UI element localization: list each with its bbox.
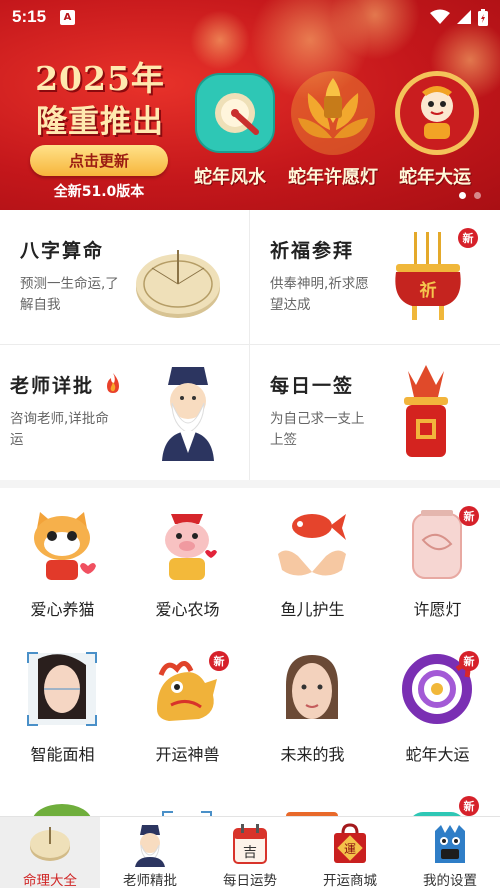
tab-label: 我的设置 <box>423 873 477 888</box>
card-prayer[interactable]: 祈福参拜 供奉神明,祈求愿望达成 祈 新 <box>250 210 500 345</box>
status-bar: 5:15 A <box>0 0 500 34</box>
grid-item-teal[interactable]: 新 <box>375 778 500 816</box>
grid-label: 许愿灯 <box>413 600 462 619</box>
grid-item-snake-year[interactable]: 新 蛇年大运 <box>375 633 500 778</box>
promo-year: 2025年 <box>35 59 165 98</box>
shop-char: 運 <box>344 842 356 856</box>
card-desc: 供奉神明,祈求愿望达成 <box>270 276 369 313</box>
grid-label: 未来的我 <box>280 745 345 764</box>
grid-label: 爱心农场 <box>155 600 220 619</box>
new-badge: 新 <box>459 796 479 816</box>
teacher-tab-icon <box>135 825 165 867</box>
tab-teacher[interactable]: 老师精批 <box>100 817 200 888</box>
tab-daily-fortune[interactable]: 吉 每日运势 <box>200 817 300 888</box>
tab-label: 命理大全 <box>23 873 77 888</box>
card-desc: 预测一生命运,了解自我 <box>20 276 119 313</box>
feature-label-lantern[interactable]: 蛇年许愿灯 <box>283 163 383 189</box>
grid-label: 开运神兽 <box>155 745 220 764</box>
feature-cards: 八字算命 预测一生命运,了解自我 祈福参拜 供奉神明,祈求愿望达成 祈 新 老师… <box>0 210 500 480</box>
future-face-icon <box>286 655 338 719</box>
calendar-char: 吉 <box>243 845 257 861</box>
battery-icon <box>478 8 488 26</box>
promo-banner[interactable]: 5:15 A 2025年 隆重推出 点击更新 全新51.0版本 蛇年风水 蛇年许… <box>0 0 500 210</box>
carousel-dot <box>459 192 466 199</box>
feature-label-fortune[interactable]: 蛇年大运 <box>385 163 485 189</box>
grid-item-face-reading[interactable]: 智能面相 <box>0 633 125 778</box>
teacher-avatar-icon <box>162 367 214 461</box>
face-scan-icon <box>27 652 97 726</box>
calendar-icon: 吉 <box>233 824 267 864</box>
cat-icon <box>34 512 96 580</box>
grid-item-future-me[interactable]: 未来的我 <box>250 633 375 778</box>
version-text: 全新51.0版本 <box>53 184 145 200</box>
grid-item-lucky-beast[interactable]: 新 开运神兽 <box>125 633 250 778</box>
censer-icon: 祈 <box>395 232 461 320</box>
signal-icon <box>457 10 471 24</box>
promo-headline: 隆重推出 <box>36 104 164 140</box>
shop-bag-icon: 運 <box>334 823 366 863</box>
fire-icon <box>107 373 119 393</box>
card-teacher[interactable]: 老师详批 咨询老师,详批命运 <box>0 345 250 480</box>
card-title: 每日一签 <box>270 375 355 397</box>
grid-item-farm[interactable]: 爱心农场 <box>125 488 250 633</box>
grid-item-fish[interactable]: 鱼儿护生 <box>250 488 375 633</box>
carousel-indicator <box>459 192 481 199</box>
wifi-icon <box>430 9 450 24</box>
app-screen: 5:15 A 2025年 隆重推出 点击更新 全新51.0版本 蛇年风水 蛇年许… <box>0 0 500 888</box>
new-badge: 新 <box>209 651 229 671</box>
luopan-icon[interactable] <box>190 68 280 158</box>
card-title: 祈福参拜 <box>270 240 355 262</box>
grid-item-wish-lantern[interactable]: 新 许愿灯 <box>375 488 500 633</box>
new-badge: 新 <box>459 651 479 671</box>
tab-fortune-all[interactable]: 命理大全 <box>0 817 100 888</box>
frame-icon <box>162 811 212 816</box>
sundial-icon <box>136 250 220 318</box>
box-icon <box>286 812 338 816</box>
monster-avatar-icon <box>435 825 465 863</box>
lotus-lantern-icon[interactable] <box>288 68 378 158</box>
tab-label: 老师精批 <box>123 873 177 888</box>
card-daily-lot[interactable]: 每日一签 为自己求一支上上签 <box>250 345 500 480</box>
tab-label: 开运商城 <box>323 873 377 888</box>
grid-item-frame[interactable] <box>125 778 250 816</box>
grid-label: 蛇年大运 <box>405 745 470 764</box>
carousel-dot <box>474 192 481 199</box>
update-button[interactable]: 点击更新 <box>30 145 168 176</box>
koi-fish-icon <box>278 514 346 576</box>
censer-char: 祈 <box>420 280 437 301</box>
grid-item-cat[interactable]: 爱心养猫 <box>0 488 125 633</box>
feature-grid: 爱心养猫 爱心农场 鱼儿护生 新 许愿灯 智能面相 新 开运神兽 未来的我 新 … <box>0 488 500 816</box>
grid-label: 鱼儿护生 <box>280 600 345 619</box>
notification-icon: A <box>60 9 76 25</box>
feature-label-fengshui[interactable]: 蛇年风水 <box>180 163 280 189</box>
tab-settings[interactable]: 我的设置 <box>400 817 500 888</box>
card-title: 八字算命 <box>20 240 105 262</box>
new-badge: 新 <box>458 228 478 248</box>
card-title: 老师详批 <box>10 375 95 397</box>
status-time: 5:15 <box>12 7 47 26</box>
card-desc: 为自己求一支上上签 <box>270 411 365 448</box>
grid-label: 爱心养猫 <box>30 600 95 619</box>
tab-shop[interactable]: 運 开运商城 <box>300 817 400 888</box>
grid-label: 智能面相 <box>30 745 95 764</box>
fortune-sticks-icon <box>404 365 448 457</box>
tree-icon <box>33 804 91 816</box>
card-desc: 咨询老师,详批命运 <box>10 411 109 448</box>
new-badge: 新 <box>459 506 479 526</box>
card-bazi[interactable]: 八字算命 预测一生命运,了解自我 <box>0 210 250 345</box>
grid-item-box[interactable] <box>250 778 375 816</box>
bottom-nav: 命理大全 老师精批 吉 每日运势 運 开运商城 我的设置 <box>0 816 500 888</box>
snake-mascot-icon[interactable] <box>392 68 482 158</box>
tab-label: 每日运势 <box>223 873 277 888</box>
grid-item-tree[interactable] <box>0 778 125 816</box>
sundial-tab-icon <box>30 827 70 861</box>
pig-icon <box>165 514 217 580</box>
